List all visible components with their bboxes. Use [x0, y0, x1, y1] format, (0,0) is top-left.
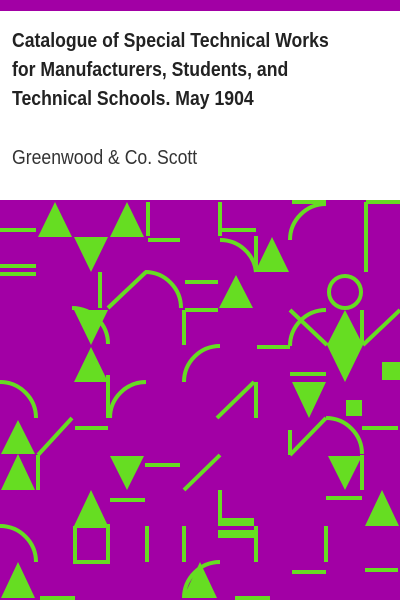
top-accent-bar	[0, 0, 400, 11]
title-line-1: Catalogue of Special Technical Works	[12, 29, 329, 52]
title-line-2: for Manufacturers, Students, and	[12, 58, 289, 81]
cover-pattern	[0, 200, 400, 600]
book-title: Catalogue of Special Technical Works for…	[12, 26, 390, 113]
cover-pattern-graphic	[0, 200, 400, 600]
title-line-3: Technical Schools. May 1904	[12, 87, 254, 110]
book-author: Greenwood & Co. Scott	[12, 146, 198, 169]
